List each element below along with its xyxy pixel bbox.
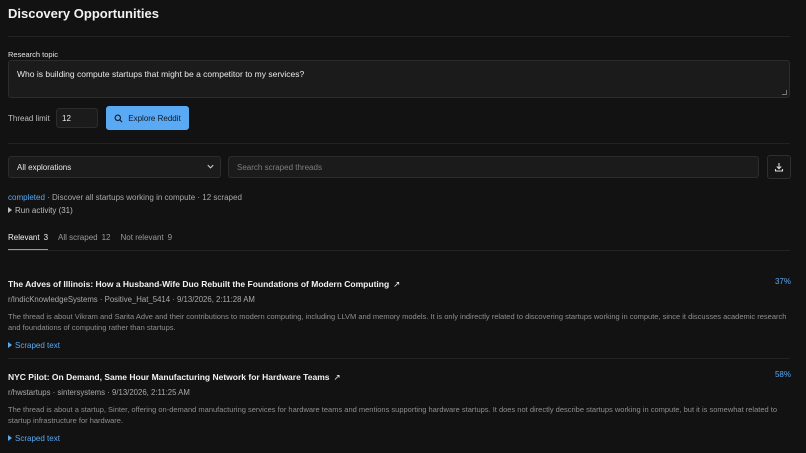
disclosure-triangle-icon: [8, 342, 12, 348]
search-icon: [114, 114, 123, 122]
run-activity-label: Run activity (31): [15, 206, 73, 215]
controls-divider: [8, 143, 790, 144]
relevance-score: 58%: [774, 370, 791, 379]
thread-limit-label: Thread limit: [8, 114, 50, 123]
thread-title-link[interactable]: NYC Pilot: On Demand, Same Hour Manufact…: [8, 372, 791, 383]
resize-handle-icon[interactable]: [782, 90, 787, 95]
thread-title-link[interactable]: The Adves of Illinois: How a Husband-Wif…: [8, 279, 791, 290]
explore-reddit-button[interactable]: Explore Reddit: [106, 106, 189, 130]
tab-relevant[interactable]: Relevant 3: [8, 233, 49, 251]
header-divider: [8, 36, 790, 37]
page-title: Discovery Opportunities: [8, 6, 159, 21]
exploration-select-value: All explorations: [17, 163, 72, 172]
exploration-select[interactable]: All explorations: [8, 156, 221, 178]
run-status[interactable]: completed: [8, 193, 45, 202]
run-status-detail: · Discover all startups working in compu…: [44, 193, 242, 202]
item-divider: [8, 358, 790, 359]
explore-reddit-label: Explore Reddit: [128, 113, 181, 123]
result-tabs: Relevant 3 All scraped 12 Not relevant 9: [8, 233, 182, 251]
thread-meta: r/hwstartups · sintersystems · 9/13/2026…: [8, 388, 190, 397]
run-activity-toggle[interactable]: Run activity (31): [8, 206, 73, 215]
download-button[interactable]: [767, 155, 791, 179]
thread-title: NYC Pilot: On Demand, Same Hour Manufact…: [8, 372, 330, 382]
discovery-page: Discovery Opportunities Research topic W…: [0, 0, 806, 453]
relevance-score: 37%: [774, 277, 791, 286]
external-link-icon[interactable]: ↗: [333, 372, 340, 383]
tab-count: 9: [167, 233, 173, 242]
tab-not-relevant[interactable]: Not relevant 9: [121, 233, 173, 251]
list-item: The Adves of Illinois: How a Husband-Wif…: [8, 277, 791, 350]
run-status-line: completed · Discover all startups workin…: [8, 193, 242, 202]
external-link-icon[interactable]: ↗: [393, 279, 400, 290]
thread-description: The thread is about Vikram and Sarita Ad…: [8, 312, 787, 332]
download-icon: [774, 163, 784, 172]
tab-label: All scraped: [58, 233, 98, 242]
chevron-down-icon: [207, 164, 214, 169]
tabs-divider: [8, 250, 790, 251]
research-topic-value: Who is building compute startups that mi…: [17, 69, 305, 79]
thread-limit-input[interactable]: 12: [56, 108, 98, 128]
disclosure-triangle-icon: [8, 435, 12, 441]
scraped-text-label: Scraped text: [15, 341, 60, 350]
research-topic-label: Research topic: [8, 50, 59, 59]
tab-all-scraped[interactable]: All scraped 12: [58, 233, 110, 251]
thread-description: The thread is about a startup, Sinter, o…: [8, 405, 778, 425]
tab-label: Not relevant: [120, 233, 164, 242]
research-topic-textarea[interactable]: Who is building compute startups that mi…: [8, 60, 790, 98]
list-item: NYC Pilot: On Demand, Same Hour Manufact…: [8, 370, 791, 443]
tab-label: Relevant: [8, 233, 40, 242]
tab-count: 3: [43, 233, 49, 242]
scraped-text-toggle[interactable]: Scraped text: [8, 341, 791, 350]
scraped-text-label: Scraped text: [15, 434, 60, 443]
thread-meta: r/IndicKnowledgeSystems · Positive_Hat_5…: [8, 295, 255, 304]
search-threads-input[interactable]: Search scraped threads: [228, 156, 759, 178]
disclosure-triangle-icon: [8, 207, 12, 213]
thread-title: The Adves of Illinois: How a Husband-Wif…: [8, 279, 390, 289]
tab-count: 12: [101, 233, 111, 242]
scraped-text-toggle[interactable]: Scraped text: [8, 434, 791, 443]
